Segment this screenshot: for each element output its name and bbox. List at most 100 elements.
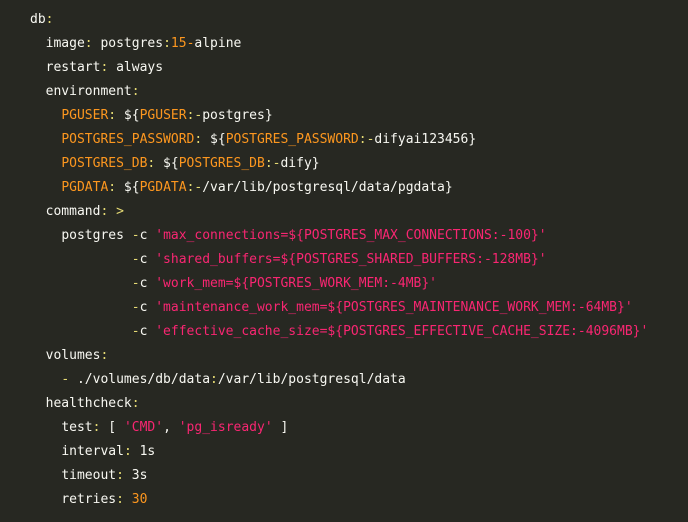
code-token: 15	[170, 36, 187, 51]
code-token: retries	[61, 492, 117, 507]
code-token: volumes	[45, 348, 101, 363]
code-token: :	[116, 468, 124, 483]
code-token: postgres}	[202, 108, 273, 123]
code-token: PGDATA	[61, 180, 109, 195]
code-token: test	[61, 420, 93, 435]
code-token: -	[131, 300, 140, 315]
code-line: -c 'maintenance_work_mem=${POSTGRES_MAIN…	[0, 296, 688, 320]
code-token: :	[131, 84, 140, 99]
code-token: c	[139, 324, 156, 339]
code-token: POSTGRES_PASSWORD	[61, 132, 195, 147]
code-token: c	[139, 228, 156, 243]
code-token: PGDATA	[139, 180, 187, 195]
code-token: >	[108, 204, 124, 219]
code-token: interval	[61, 444, 124, 459]
code-token: ]	[272, 420, 289, 435]
code-token: difyai123456}	[374, 132, 477, 147]
code-token: ${	[155, 156, 179, 171]
code-token: 1s	[131, 444, 156, 459]
code-line: test: [ 'CMD', 'pg_isready' ]	[0, 416, 688, 440]
code-line: retries: 30	[0, 488, 688, 512]
code-token: db	[30, 12, 46, 27]
code-token: 'CMD'	[123, 420, 164, 435]
code-token: c	[139, 300, 156, 315]
code-token: POSTGRES_DB	[61, 156, 148, 171]
code-token: :	[108, 180, 117, 195]
code-line: postgres -c 'max_connections=${POSTGRES_…	[0, 224, 688, 248]
code-token: :-	[186, 180, 203, 195]
code-token: 'max_connections=${POSTGRES_MAX_CONNECTI…	[155, 228, 547, 243]
code-token: -	[131, 276, 140, 291]
code-token: :	[123, 444, 132, 459]
code-token: 3s	[123, 468, 148, 483]
code-token: :-	[358, 132, 375, 147]
code-token: :	[45, 12, 54, 27]
code-token: 'work_mem=${POSTGRES_WORK_MEM:-4MB}'	[155, 276, 437, 291]
code-token: 'maintenance_work_mem=${POSTGRES_MAINTEN…	[155, 300, 633, 315]
code-token: restart	[45, 60, 101, 75]
code-token: always	[108, 60, 164, 75]
code-token: -	[131, 324, 140, 339]
code-line: restart: always	[0, 56, 688, 80]
code-line: PGDATA: ${PGDATA:-/var/lib/postgresql/da…	[0, 176, 688, 200]
code-token: :	[100, 348, 109, 363]
code-token: c	[139, 252, 156, 267]
code-line: db:	[0, 8, 688, 32]
code-token: 'pg_isready'	[178, 420, 273, 435]
code-token: :	[116, 492, 124, 507]
code-token: /var/lib/postgresql/data	[217, 372, 406, 387]
code-line: -c 'effective_cache_size=${POSTGRES_EFFE…	[0, 320, 688, 344]
code-token: /var/lib/postgresql/data/pgdata}	[202, 180, 453, 195]
code-line: -c 'work_mem=${POSTGRES_WORK_MEM:-4MB}'	[0, 272, 688, 296]
code-token: :	[131, 396, 140, 411]
code-line: timeout: 3s	[0, 464, 688, 488]
code-token: 'effective_cache_size=${POSTGRES_EFFECTI…	[155, 324, 649, 339]
code-line: POSTGRES_DB: ${POSTGRES_DB:-dify}	[0, 152, 688, 176]
code-token: environment	[45, 84, 132, 99]
code-block: db: image: postgres:15-alpine restart: a…	[0, 8, 688, 512]
code-line: healthcheck:	[0, 392, 688, 416]
code-token: :-	[186, 108, 203, 123]
code-line: - ./volumes/db/data:/var/lib/postgresql/…	[0, 368, 688, 392]
code-token: ${	[116, 108, 140, 123]
code-token: 30	[131, 492, 148, 507]
code-line: command: >	[0, 200, 688, 224]
code-token: ${	[116, 180, 140, 195]
code-token: postgres	[92, 36, 164, 51]
code-token: :	[108, 108, 117, 123]
code-token: :	[163, 36, 171, 51]
code-token: dify}	[280, 156, 320, 171]
code-token: ./volumes/db/data	[76, 372, 211, 387]
code-token: :	[210, 372, 218, 387]
code-line: volumes:	[0, 344, 688, 368]
code-line: interval: 1s	[0, 440, 688, 464]
code-token: healthcheck	[45, 396, 132, 411]
code-token: PGUSER	[139, 108, 187, 123]
code-line: POSTGRES_PASSWORD: ${POSTGRES_PASSWORD:-…	[0, 128, 688, 152]
code-token: ,	[163, 420, 179, 435]
code-token: :-	[264, 156, 281, 171]
code-token: ${	[202, 132, 226, 147]
code-token: timeout	[61, 468, 117, 483]
code-token: alpine	[194, 36, 242, 51]
code-token: c	[139, 276, 156, 291]
code-line: environment:	[0, 80, 688, 104]
